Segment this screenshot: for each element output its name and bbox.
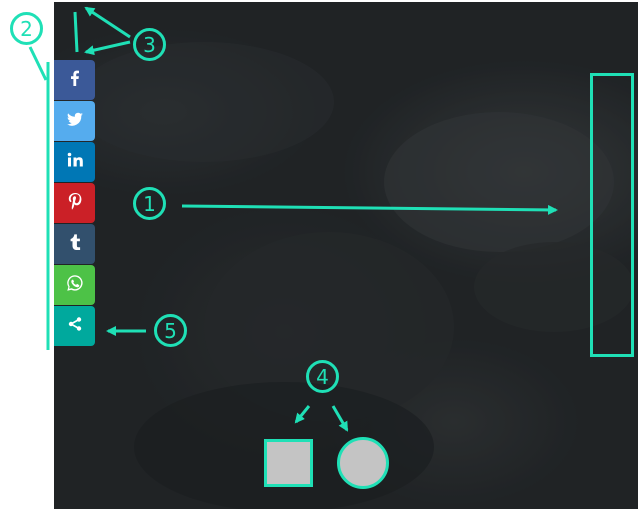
- annotation-badge-3: 3: [133, 28, 166, 61]
- annotation-badge-2: 2: [10, 12, 43, 45]
- right-edge-highlight: [590, 73, 634, 357]
- whatsapp-icon: [65, 273, 85, 297]
- annotation-badge-1: 1: [133, 187, 166, 220]
- linkedin-icon: [65, 150, 85, 174]
- annotation-badge-4: 4: [306, 360, 339, 393]
- screen: 2 3 1 5 4: [0, 0, 638, 509]
- tumblr-icon: [65, 232, 85, 256]
- more-share-button[interactable]: [54, 306, 95, 346]
- annotation-badge-5: 5: [154, 314, 187, 347]
- twitter-share-button[interactable]: [54, 101, 95, 141]
- circle-toggle-button[interactable]: [337, 437, 389, 489]
- whatsapp-share-button[interactable]: [54, 265, 95, 305]
- photo-dark-overlay: [54, 2, 638, 509]
- share-icon: [65, 314, 85, 338]
- facebook-icon: [65, 68, 85, 92]
- tumblr-share-button[interactable]: [54, 224, 95, 264]
- pinterest-icon: [65, 191, 85, 215]
- square-toggle-button[interactable]: [264, 439, 313, 487]
- facebook-share-button[interactable]: [54, 60, 95, 100]
- linkedin-share-button[interactable]: [54, 142, 95, 182]
- twitter-icon: [65, 109, 85, 133]
- pinterest-share-button[interactable]: [54, 183, 95, 223]
